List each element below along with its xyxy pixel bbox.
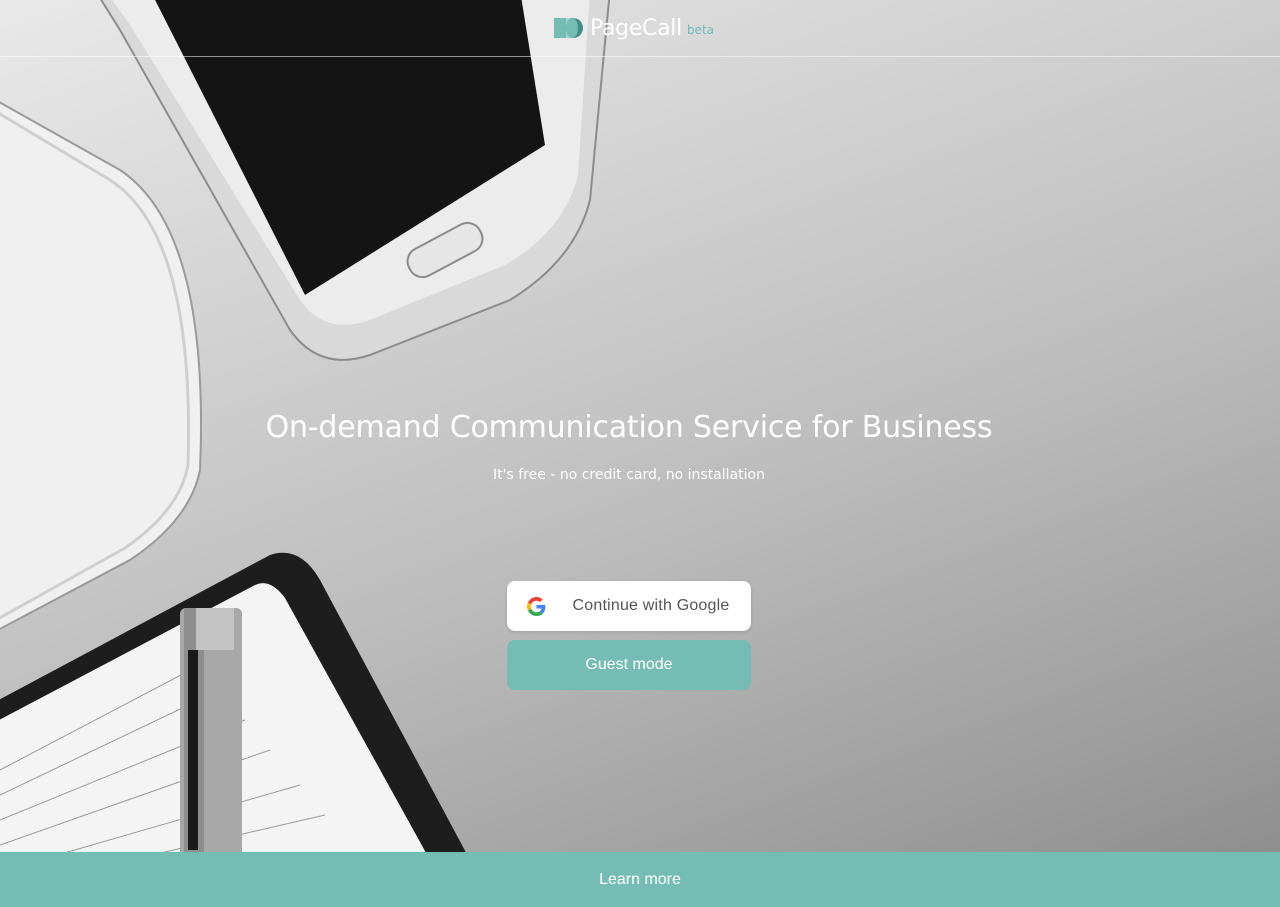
pagecall-logo-icon [554,18,583,38]
continue-with-google-button[interactable]: Continue with Google [507,581,751,631]
hero-subtitle: It's free - no credit card, no installat… [493,467,765,483]
google-icon [527,597,546,616]
brand-name: PageCall [590,15,682,41]
google-button-label: Continue with Google [572,597,730,614]
brand-logo[interactable]: PageCall beta [554,15,714,41]
guest-mode-button[interactable]: Guest mode [507,640,751,690]
learn-more-label: Learn more [599,870,681,888]
background-photo [0,0,611,861]
learn-more-bar[interactable]: Learn more [0,852,1280,907]
hero-title: On-demand Communication Service for Busi… [265,410,993,445]
beta-badge: beta [686,22,714,37]
landing-page: PageCall beta On-demand Communication Se… [0,0,1280,907]
top-header: PageCall beta [0,0,1280,57]
